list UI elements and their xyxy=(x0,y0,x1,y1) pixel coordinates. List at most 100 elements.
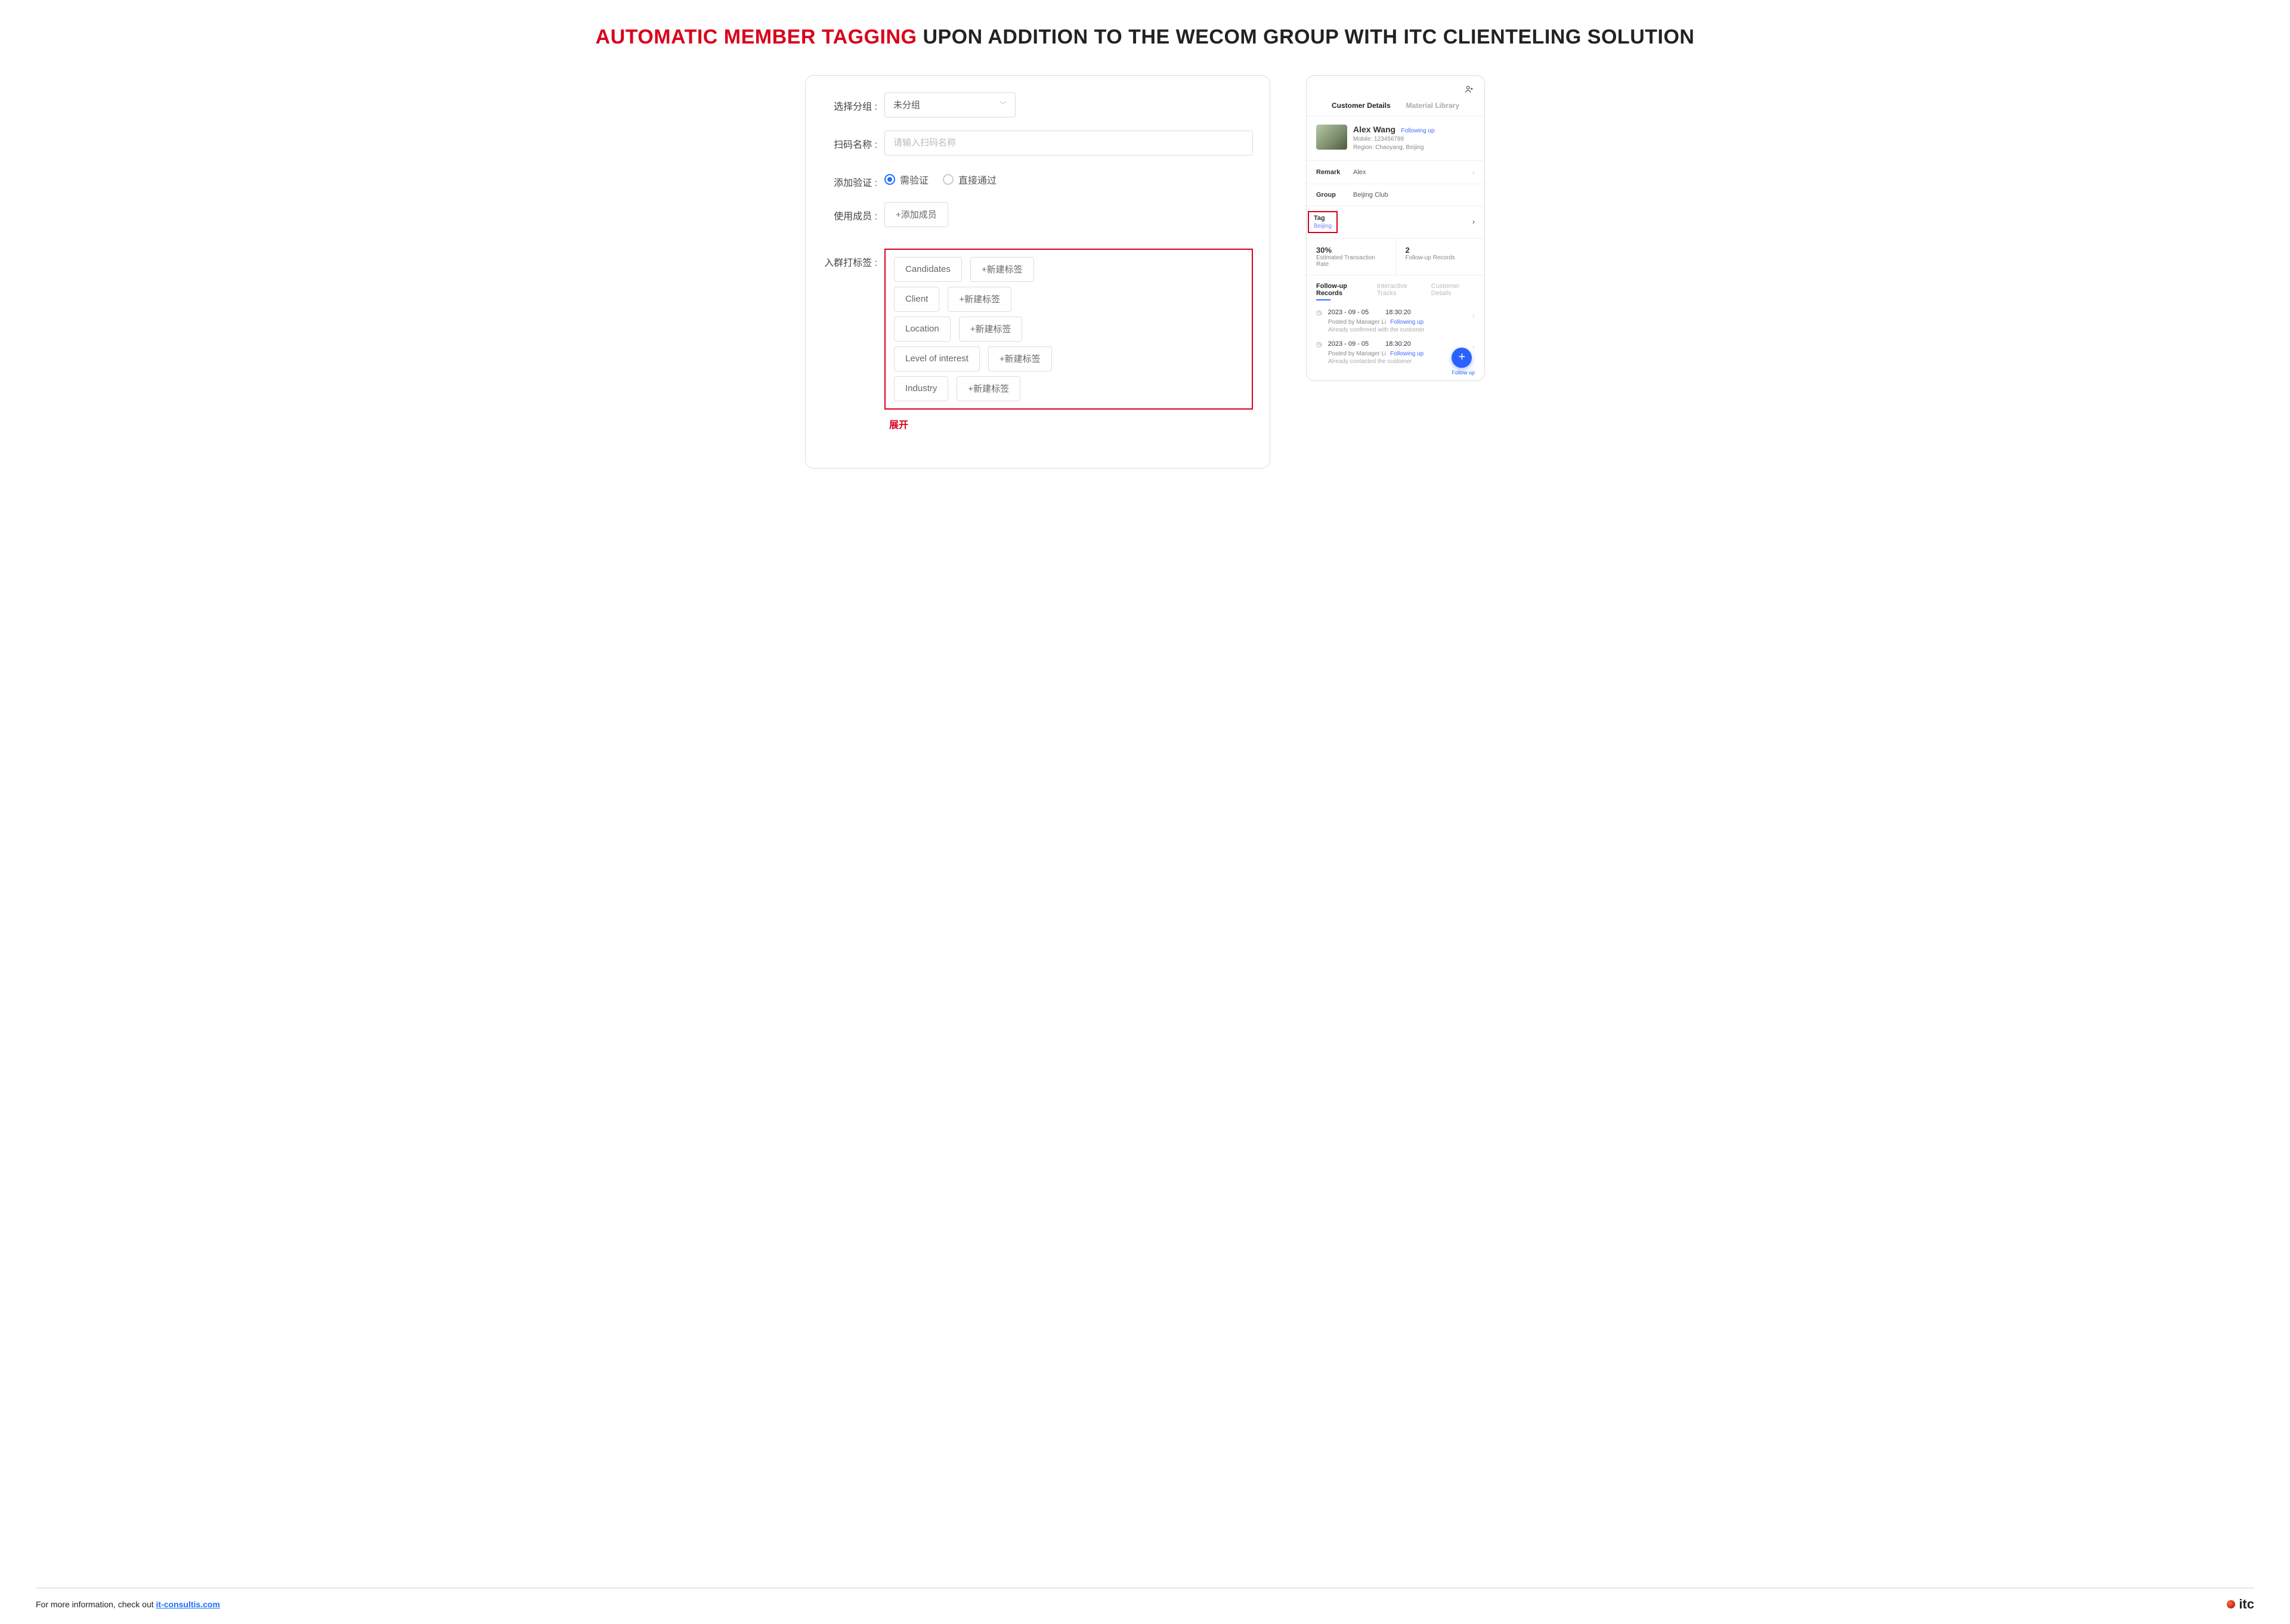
new-tag-button[interactable]: +新建标签 xyxy=(959,317,1023,342)
footer-link[interactable]: it-consultis.com xyxy=(156,1600,220,1609)
region-label: Region: xyxy=(1353,144,1375,151)
select-group-dropdown[interactable]: 未分组 ﹀ xyxy=(884,92,1016,117)
row-scan-name: 扫码名称 : xyxy=(822,131,1253,156)
new-tag-button[interactable]: +新建标签 xyxy=(948,287,1011,312)
label-scan-name: 扫码名称 : xyxy=(822,131,877,151)
radio-off-icon xyxy=(943,174,954,185)
label-tag-on-join: 入群打标签 : xyxy=(822,249,877,269)
stat-records-label: Follow-up Records xyxy=(1406,255,1475,261)
clienteling-mobile-panel: Customer Details Material Library Alex W… xyxy=(1306,75,1485,381)
follow-up-fab[interactable]: + Follow up xyxy=(1452,348,1475,376)
mobile-value: 123456789 xyxy=(1374,136,1404,142)
chevron-down-icon: ﹀ xyxy=(999,100,1007,110)
row-tag[interactable]: Tag Beijing › xyxy=(1307,206,1484,238)
record-date: 2023 - 09 - 05 xyxy=(1328,309,1369,316)
tag-value: Beijing xyxy=(1314,223,1332,230)
avatar xyxy=(1316,125,1347,150)
footer: For more information, check out it-consu… xyxy=(36,1588,2254,1612)
add-member-button[interactable]: +添加成员 xyxy=(884,202,948,227)
customer-profile: Alex Wang Following up Mobile: 123456789… xyxy=(1307,116,1484,160)
new-tag-button[interactable]: +新建标签 xyxy=(988,346,1052,371)
page-title-rest: UPON ADDITION TO THE WECOM GROUP WITH IT… xyxy=(917,26,1695,48)
page-title-accent: AUTOMATIC MEMBER TAGGING xyxy=(596,26,917,48)
page-title: AUTOMATIC MEMBER TAGGING UPON ADDITION T… xyxy=(36,24,2254,51)
row-members: 使用成员 : +添加成员 xyxy=(822,202,1253,235)
expand-link[interactable]: 展开 xyxy=(884,417,908,431)
stats-row: 30% Estimated Transaction Rate 2 Follow-… xyxy=(1307,238,1484,275)
record-note: Already confirmed with the customer xyxy=(1328,327,1475,333)
stat-records-value: 2 xyxy=(1406,246,1475,255)
select-group-value: 未分组 xyxy=(893,98,920,111)
clock-icon: ◷ xyxy=(1316,340,1322,348)
chevron-right-icon: › xyxy=(1472,311,1475,320)
tag-highlight: Tag Beijing xyxy=(1308,211,1338,233)
remark-value: Alex xyxy=(1353,169,1472,176)
record-date: 2023 - 09 - 05 xyxy=(1328,340,1369,348)
label-verification: 添加验证 : xyxy=(822,169,877,189)
radio-on-icon xyxy=(884,174,895,185)
mobile-label: Mobile: xyxy=(1353,136,1374,142)
radio-direct-pass[interactable]: 直接通过 xyxy=(943,172,997,187)
group-value: Beijing Club xyxy=(1353,191,1475,199)
row-group[interactable]: Group Beijing Club xyxy=(1307,184,1484,206)
records-list: ◷ 2023 - 09 - 05 18:30:20 Posted by Mana… xyxy=(1307,300,1484,380)
tag-category-location[interactable]: Location xyxy=(894,317,951,342)
radio-need-verification[interactable]: 需验证 xyxy=(884,172,929,187)
label-select-group: 选择分组 : xyxy=(822,92,877,113)
region-value: Chaoyang, Beijing xyxy=(1375,144,1423,151)
footer-prefix: For more information, check out xyxy=(36,1600,156,1609)
stat-followup-records: 2 Follow-up Records xyxy=(1395,238,1485,275)
stat-rate-value: 30% xyxy=(1316,246,1386,255)
record-item[interactable]: ◷ 2023 - 09 - 05 18:30:20 Posted by Mana… xyxy=(1316,305,1475,337)
record-posted-by: Posted by Manager Li xyxy=(1328,351,1386,357)
record-time: 18:30:20 xyxy=(1385,309,1411,316)
record-status: Following up xyxy=(1390,351,1423,357)
tab-material-library[interactable]: Material Library xyxy=(1406,101,1459,110)
record-status: Following up xyxy=(1390,319,1423,326)
row-select-group: 选择分组 : 未分组 ﹀ xyxy=(822,92,1253,117)
customer-name: Alex Wang xyxy=(1353,125,1395,134)
brand-logo: itc xyxy=(2227,1597,2254,1612)
tag-category-industry[interactable]: Industry xyxy=(894,376,948,401)
fab-label: Follow up xyxy=(1452,370,1475,376)
footer-text: For more information, check out it-consu… xyxy=(36,1600,220,1609)
main-content: 选择分组 : 未分组 ﹀ 扫码名称 : 添加验证 : 需验证 xyxy=(36,75,2254,1564)
group-label: Group xyxy=(1316,191,1353,199)
record-posted-by: Posted by Manager Li xyxy=(1328,319,1386,326)
label-members: 使用成员 : xyxy=(822,202,877,222)
mobile-tabs: Customer Details Material Library xyxy=(1307,101,1484,116)
mobile-subtabs: Follow-up Records Interactive Tracks Cus… xyxy=(1307,275,1484,300)
stat-transaction-rate: 30% Estimated Transaction Rate xyxy=(1307,238,1395,275)
mobile-topbar xyxy=(1307,76,1484,101)
brand-dot-icon xyxy=(2227,1600,2235,1608)
radio-need-verification-label: 需验证 xyxy=(900,172,929,187)
chevron-right-icon: › xyxy=(1472,218,1475,226)
customer-status: Following up xyxy=(1401,128,1434,134)
new-tag-button[interactable]: +新建标签 xyxy=(957,376,1020,401)
tag-category-client[interactable]: Client xyxy=(894,287,939,312)
row-remark[interactable]: Remark Alex › xyxy=(1307,160,1484,184)
new-tag-button[interactable]: +新建标签 xyxy=(970,257,1034,282)
clock-icon: ◷ xyxy=(1316,309,1322,317)
wecom-config-panel: 选择分组 : 未分组 ﹀ 扫码名称 : 添加验证 : 需验证 xyxy=(805,75,1270,469)
tag-category-level-of-interest[interactable]: Level of interest xyxy=(894,346,980,371)
tag-categories-highlight: Candidates +新建标签 Client +新建标签 Location +… xyxy=(884,249,1253,410)
subtab-interactive-tracks[interactable]: Interactive Tracks xyxy=(1377,283,1422,297)
chevron-right-icon: › xyxy=(1472,168,1475,176)
add-person-icon[interactable] xyxy=(1464,84,1475,97)
brand-text: itc xyxy=(2239,1597,2254,1612)
subtab-customer-details[interactable]: Customer Details xyxy=(1431,283,1475,297)
tag-label: Tag xyxy=(1314,215,1332,222)
record-time: 18:30:20 xyxy=(1385,340,1411,348)
subtab-followup-records[interactable]: Follow-up Records xyxy=(1316,283,1367,297)
record-item[interactable]: ◷ 2023 - 09 - 05 18:30:20 Posted by Mana… xyxy=(1316,337,1475,368)
plus-icon: + xyxy=(1452,348,1472,368)
tab-customer-details[interactable]: Customer Details xyxy=(1332,101,1391,110)
scan-name-input[interactable] xyxy=(884,131,1253,156)
remark-label: Remark xyxy=(1316,169,1353,176)
row-tag-on-join: 入群打标签 : Candidates +新建标签 Client +新建标签 Lo… xyxy=(822,249,1253,431)
tag-category-candidates[interactable]: Candidates xyxy=(894,257,962,282)
radio-direct-pass-label: 直接通过 xyxy=(958,172,997,187)
stat-rate-label: Estimated Transaction Rate xyxy=(1316,255,1386,268)
row-verification: 添加验证 : 需验证 直接通过 xyxy=(822,169,1253,189)
